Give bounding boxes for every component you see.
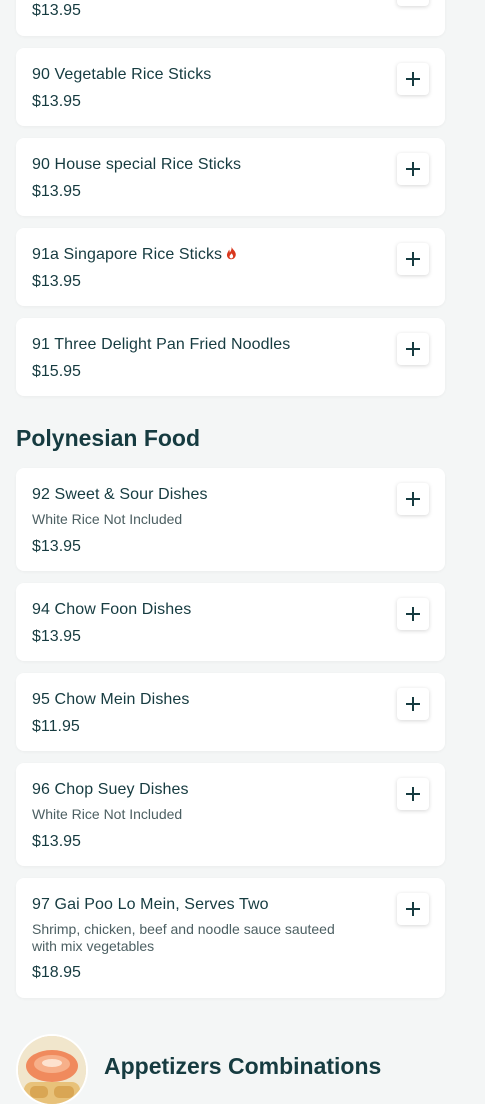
- item-price: $13.95: [32, 183, 81, 200]
- item-name: 90 Vegetable Rice Sticks: [32, 66, 212, 83]
- add-item-button[interactable]: [397, 153, 429, 185]
- item-price: $13.95: [32, 538, 81, 555]
- menu-item-card[interactable]: 97 Gai Poo Lo Mein, Serves Two Shrimp, c…: [16, 878, 445, 998]
- menu-item-card[interactable]: 91a Singapore Rice Sticks $13.95: [16, 228, 445, 306]
- item-price: $15.95: [32, 363, 81, 380]
- item-price: $13.95: [32, 833, 81, 850]
- plus-icon: [406, 162, 420, 176]
- add-item-button[interactable]: [397, 778, 429, 810]
- item-price: $13.95: [32, 93, 81, 110]
- section-title: Polynesian Food: [16, 425, 201, 451]
- item-description: White Rice Not Included: [32, 511, 183, 527]
- item-name-row: 91a Singapore Rice Sticks: [32, 246, 237, 265]
- menu-item-card[interactable]: 94 Chow Foon Dishes $13.95: [16, 583, 445, 661]
- category-thumbnail: [18, 1036, 86, 1104]
- item-name: 91a Singapore Rice Sticks: [32, 246, 223, 263]
- item-price: $13.95: [32, 273, 81, 290]
- add-item-button[interactable]: [397, 483, 429, 515]
- add-item-button[interactable]: [397, 333, 429, 365]
- plus-icon: [406, 72, 420, 86]
- item-name: 97 Gai Poo Lo Mein, Serves Two: [32, 896, 269, 913]
- add-item-button[interactable]: [397, 598, 429, 630]
- menu-item-card[interactable]: 92 Sweet & Sour Dishes White Rice Not In…: [16, 468, 445, 571]
- plus-icon: [406, 697, 420, 711]
- add-item-button[interactable]: [397, 893, 429, 925]
- item-name: 96 Chop Suey Dishes: [32, 781, 189, 798]
- item-description: Shrimp, chicken, beef and noodle sauce s…: [32, 921, 335, 954]
- plus-icon: [406, 492, 420, 506]
- plus-icon: [406, 787, 420, 801]
- item-price: $13.95: [32, 628, 81, 645]
- item-price: $18.95: [32, 964, 81, 981]
- add-item-button[interactable]: [397, 243, 429, 275]
- item-name: 92 Sweet & Sour Dishes: [32, 486, 208, 503]
- item-name: 90 House special Rice Sticks: [32, 156, 242, 173]
- menu-item-card[interactable]: 90 Vegetable Rice Sticks $13.95: [16, 48, 445, 126]
- plus-icon: [406, 342, 420, 356]
- flame-icon: [226, 246, 237, 265]
- menu-item-card[interactable]: 91 Three Delight Pan Fried Noodles $15.9…: [16, 318, 445, 396]
- item-price: $11.95: [32, 718, 80, 735]
- menu-item-card[interactable]: $13.95: [16, 0, 445, 36]
- plus-icon: [406, 902, 420, 916]
- item-name: 91 Three Delight Pan Fried Noodles: [32, 336, 291, 353]
- item-description: White Rice Not Included: [32, 806, 183, 822]
- add-item-button[interactable]: [397, 63, 429, 95]
- item-name: 94 Chow Foon Dishes: [32, 601, 192, 618]
- item-name: 95 Chow Mein Dishes: [32, 691, 190, 708]
- menu-item-card[interactable]: 96 Chop Suey Dishes White Rice Not Inclu…: [16, 763, 445, 866]
- menu-item-card[interactable]: 90 House special Rice Sticks $13.95: [16, 138, 445, 216]
- plus-icon: [406, 252, 420, 266]
- item-price: $13.95: [32, 2, 81, 19]
- add-item-button[interactable]: [397, 688, 429, 720]
- add-item-button[interactable]: [397, 0, 429, 6]
- menu-page: $13.95 90 Vegetable Rice Sticks $13.95 9…: [0, 0, 485, 1104]
- plus-icon: [406, 607, 420, 621]
- menu-item-card[interactable]: 95 Chow Mein Dishes $11.95: [16, 673, 445, 751]
- section-title: Appetizers Combinations: [104, 1053, 382, 1079]
